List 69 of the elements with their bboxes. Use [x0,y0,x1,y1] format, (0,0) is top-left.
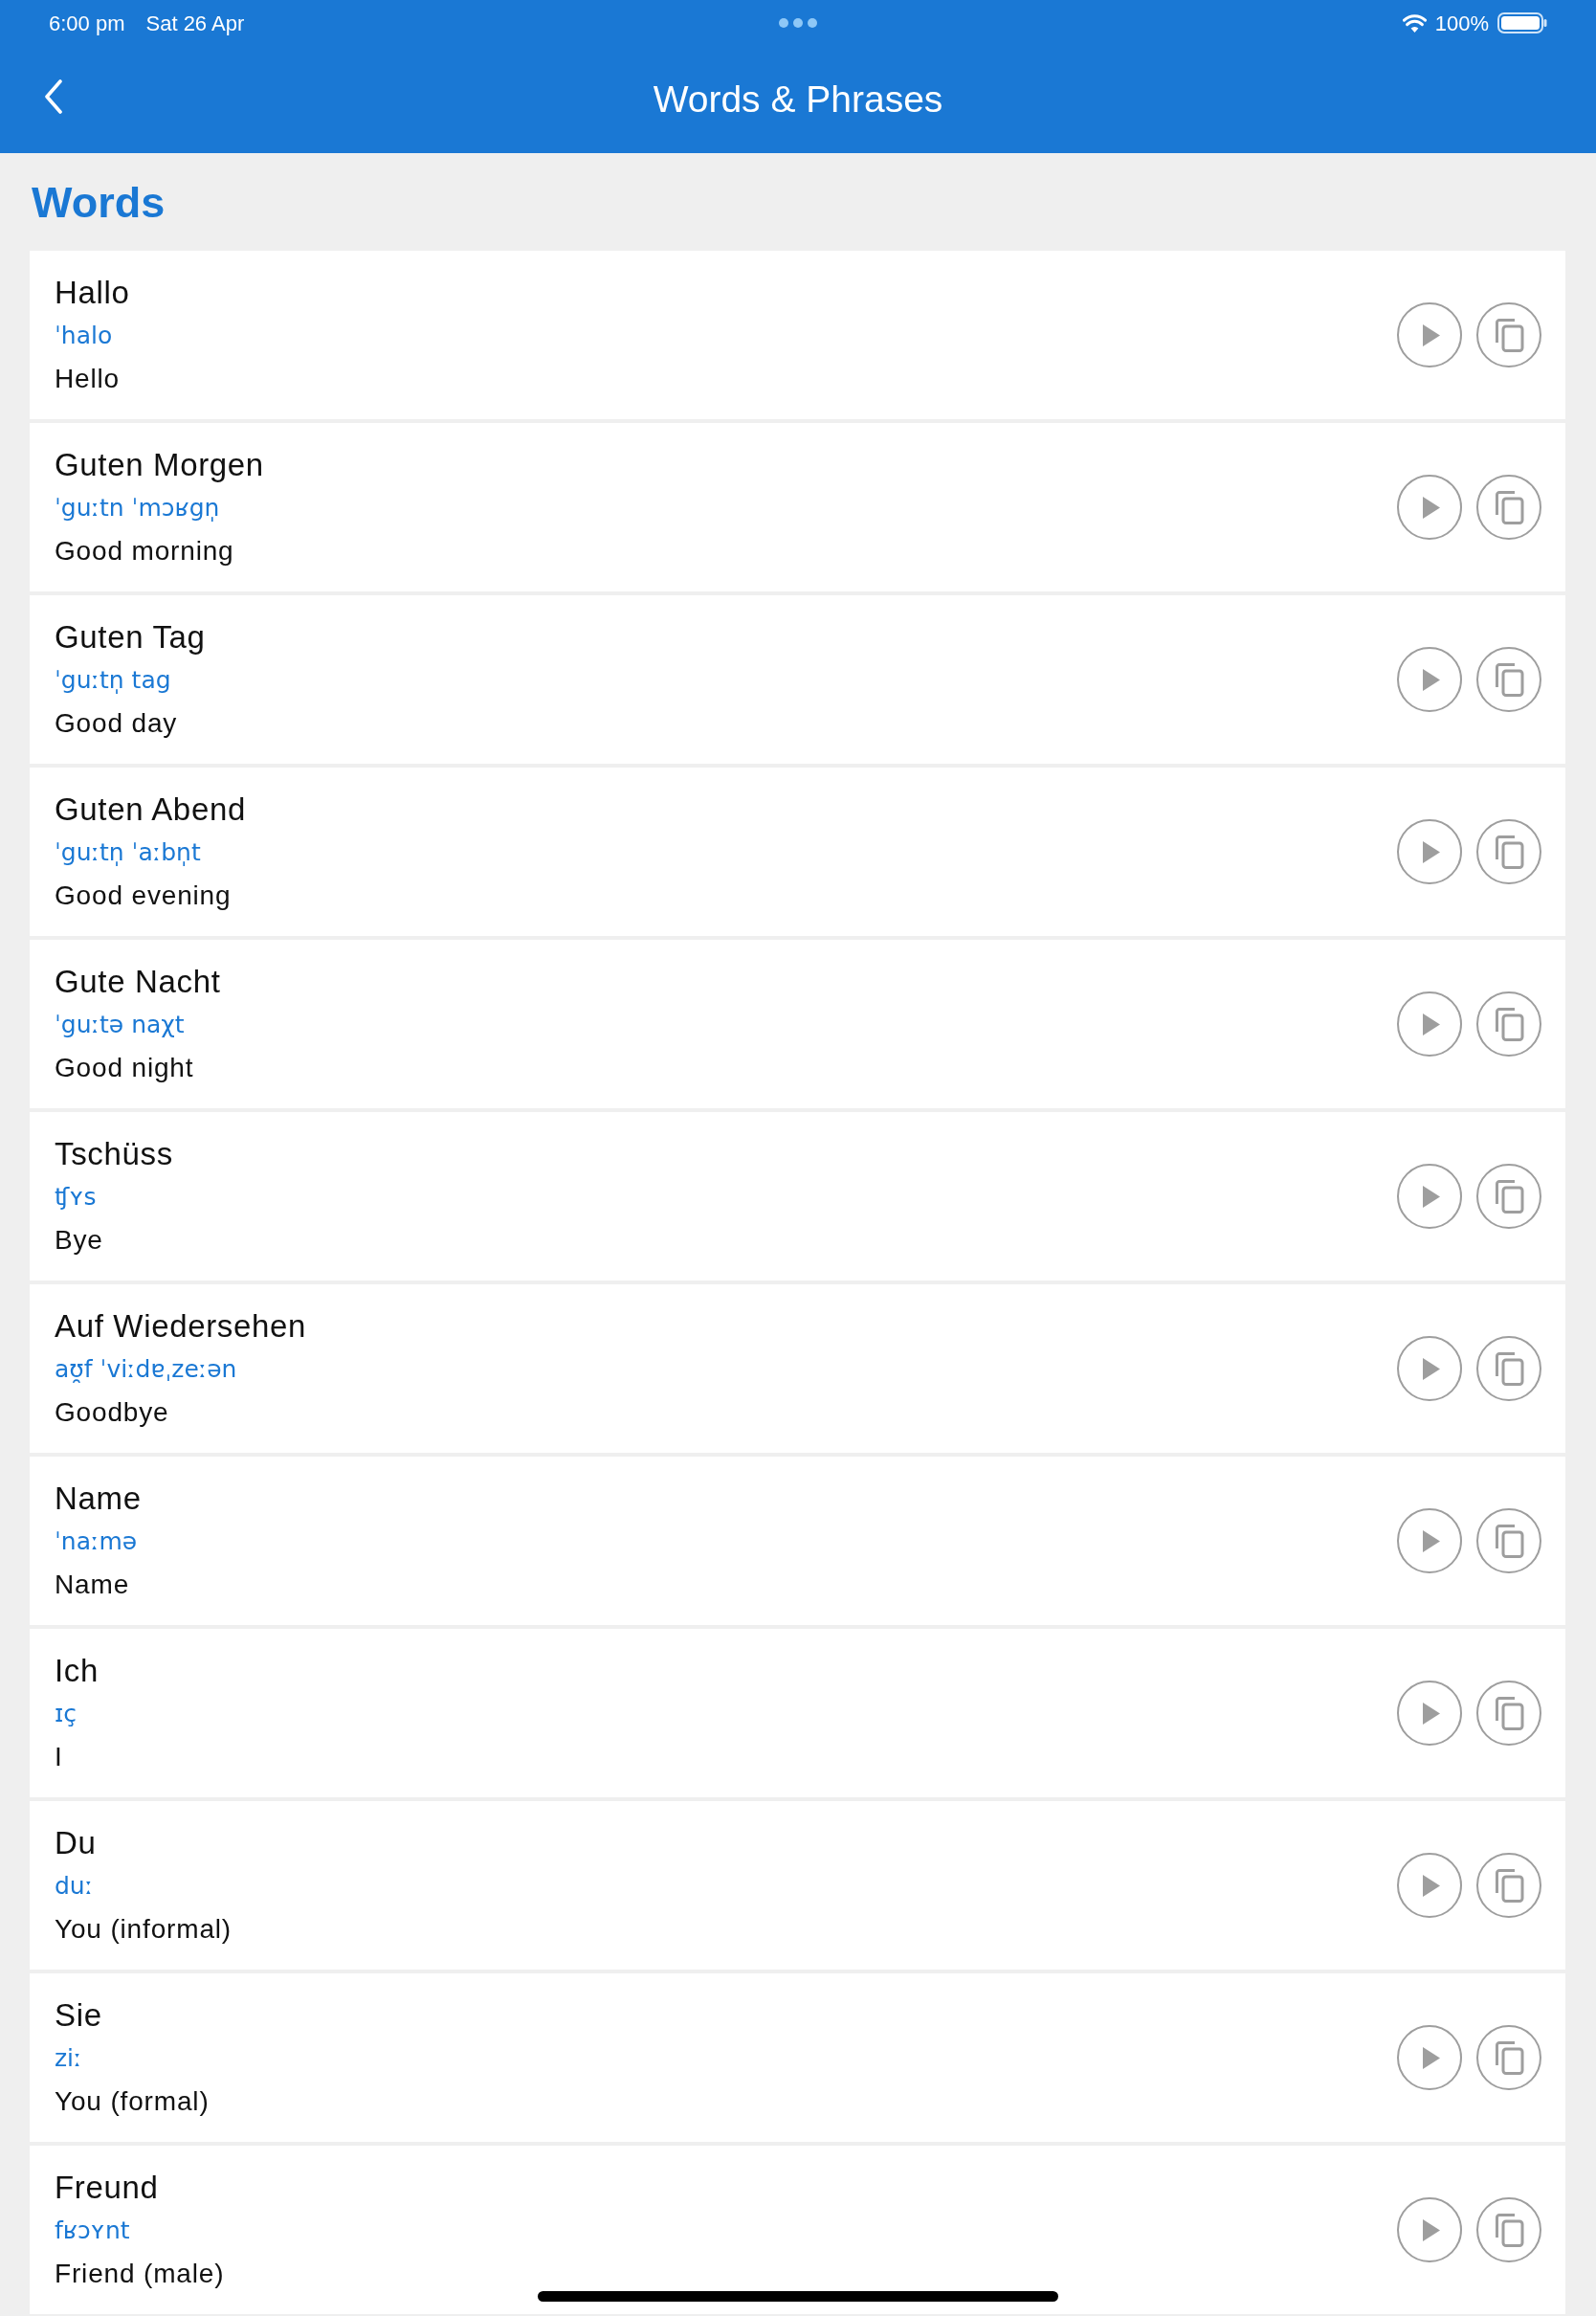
play-icon [1423,1357,1440,1380]
copy-icon [1494,1524,1524,1558]
copy-icon [1494,318,1524,352]
phonetic-text: ˈguːtə naχt [55,1009,186,1040]
phonetic-text: ziː [55,2042,83,2074]
status-time: 6:00 pm [49,10,125,37]
word-text: Guten Tag [55,617,206,657]
play-icon [1423,1529,1440,1552]
phonetic-text: duː [55,1870,95,1902]
phonetic-text: fʁɔʏnt [55,2215,131,2246]
word-text: Hallo [55,273,130,312]
play-icon [1423,668,1440,691]
chevron-left-icon [44,79,63,114]
copy-icon [1494,1696,1524,1730]
copy-icon [1494,1179,1524,1214]
translation-text: You (formal) [55,2084,210,2118]
play-icon [1423,1874,1440,1897]
translation-text: Goodbye [55,1395,170,1429]
translation-text: You (informal) [55,1912,233,1946]
phonetic-text: ʧʏs [55,1181,98,1213]
phonetic-text: ˈhalo [55,320,114,351]
phonetic-text: ˈguːtn ˈmɔʁgn̩ [55,492,221,523]
play-icon [1423,2046,1440,2069]
play-icon [1423,496,1440,519]
play-icon [1423,323,1440,346]
word-text: Du [55,1823,98,1862]
translation-text: Name [55,1568,131,1601]
play-icon [1423,1013,1440,1036]
phonetic-text: ɪç [55,1698,78,1729]
play-icon [1423,840,1440,863]
translation-text: I [55,1740,64,1773]
translation-text: Good evening [55,879,233,912]
copy-icon [1494,2213,1524,2247]
phonetic-text: ˈguːtn̩ tag [55,664,172,696]
copy-icon [1494,1868,1524,1903]
screen-title: Words & Phrases [653,79,943,118]
translation-text: Good day [55,706,179,740]
copy-icon [1494,2040,1524,2075]
translation-text: Hello [55,362,121,395]
phonetic-text: aʊ̯f ˈviːdɐˌzeːən [55,1353,238,1385]
copy-icon [1494,490,1524,524]
translation-text: Bye [55,1223,104,1257]
translation-text: Good night [55,1051,195,1084]
battery-percentage: 100% [1434,10,1489,37]
word-text: Gute Nacht [55,962,221,1001]
word-text: Tschüss [55,1134,173,1173]
play-icon [1423,1702,1440,1725]
section-heading: Words [32,180,166,224]
phonetic-text: ˈguːtn̩ ˈaːbn̩t [55,836,202,868]
word-text: Auf Wiedersehen [55,1306,307,1346]
word-text: Ich [55,1651,99,1690]
play-icon [1423,2218,1440,2241]
copy-icon [1494,662,1524,697]
translation-text: Friend (male) [55,2257,225,2290]
translation-text: Good morning [55,534,235,568]
word-text: Freund [55,2168,160,2207]
more-dots-icon [779,18,817,28]
word-text: Sie [55,1995,103,2035]
copy-icon [1494,835,1524,869]
copy-icon [1494,1007,1524,1041]
play-icon [1423,1185,1440,1208]
copy-icon [1494,1351,1524,1386]
phonetic-text: ˈnaːmə [55,1525,139,1557]
word-text: Guten Morgen [55,445,264,484]
word-text: Name [55,1479,142,1518]
word-text: Guten Abend [55,790,246,829]
battery-icon [1497,12,1547,33]
wifi-icon [1402,13,1427,33]
status-date: Sat 26 Apr [145,10,245,37]
